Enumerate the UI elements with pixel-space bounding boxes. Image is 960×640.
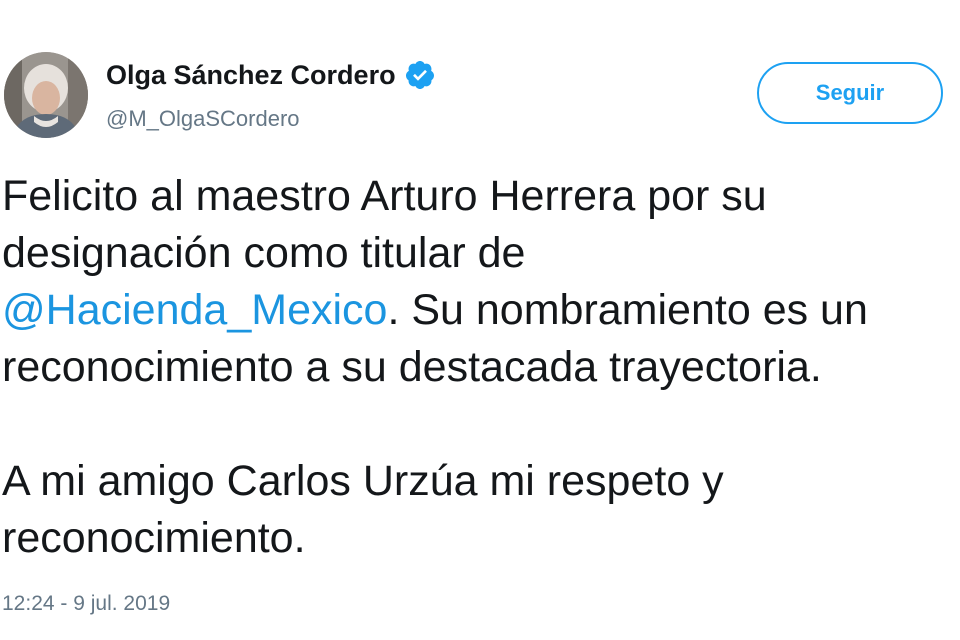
follow-button[interactable]: Seguir bbox=[757, 62, 943, 124]
tweet-line: reconocimiento. bbox=[2, 514, 306, 562]
verified-badge-icon bbox=[404, 59, 436, 91]
tweet-paragraph-1: Felicito al maestro Arturo Herrera por s… bbox=[2, 168, 960, 396]
tweet-line: reconocimiento a su destacada trayectori… bbox=[2, 343, 822, 391]
avatar[interactable] bbox=[4, 52, 88, 138]
author-handle[interactable]: @M_OlgaSCordero bbox=[106, 104, 300, 134]
tweet-timestamp[interactable]: 12:24 - 9 jul. 2019 bbox=[2, 590, 170, 618]
tweet-line: @Hacienda_Mexico. Su nombramiento es un bbox=[2, 282, 960, 339]
tweet-line: A mi amigo Carlos Urzúa mi respeto y bbox=[2, 457, 724, 505]
author-name-text[interactable]: Olga Sánchez Cordero bbox=[106, 57, 396, 93]
avatar-photo bbox=[4, 52, 88, 138]
author-display-name[interactable]: Olga Sánchez Cordero bbox=[106, 57, 436, 93]
tweet-text: Felicito al maestro Arturo Herrera por s… bbox=[2, 168, 960, 567]
tweet-paragraph-2: A mi amigo Carlos Urzúa mi respeto y rec… bbox=[2, 453, 960, 567]
tweet-line-text: . Su nombramiento es un bbox=[387, 286, 868, 334]
tweet-line: designación como titular de bbox=[2, 229, 526, 277]
tweet-card: Olga Sánchez Cordero @M_OlgaSCordero Seg… bbox=[0, 0, 960, 640]
mention-link[interactable]: @Hacienda_Mexico bbox=[2, 286, 387, 334]
tweet-line: Felicito al maestro Arturo Herrera por s… bbox=[2, 172, 767, 220]
